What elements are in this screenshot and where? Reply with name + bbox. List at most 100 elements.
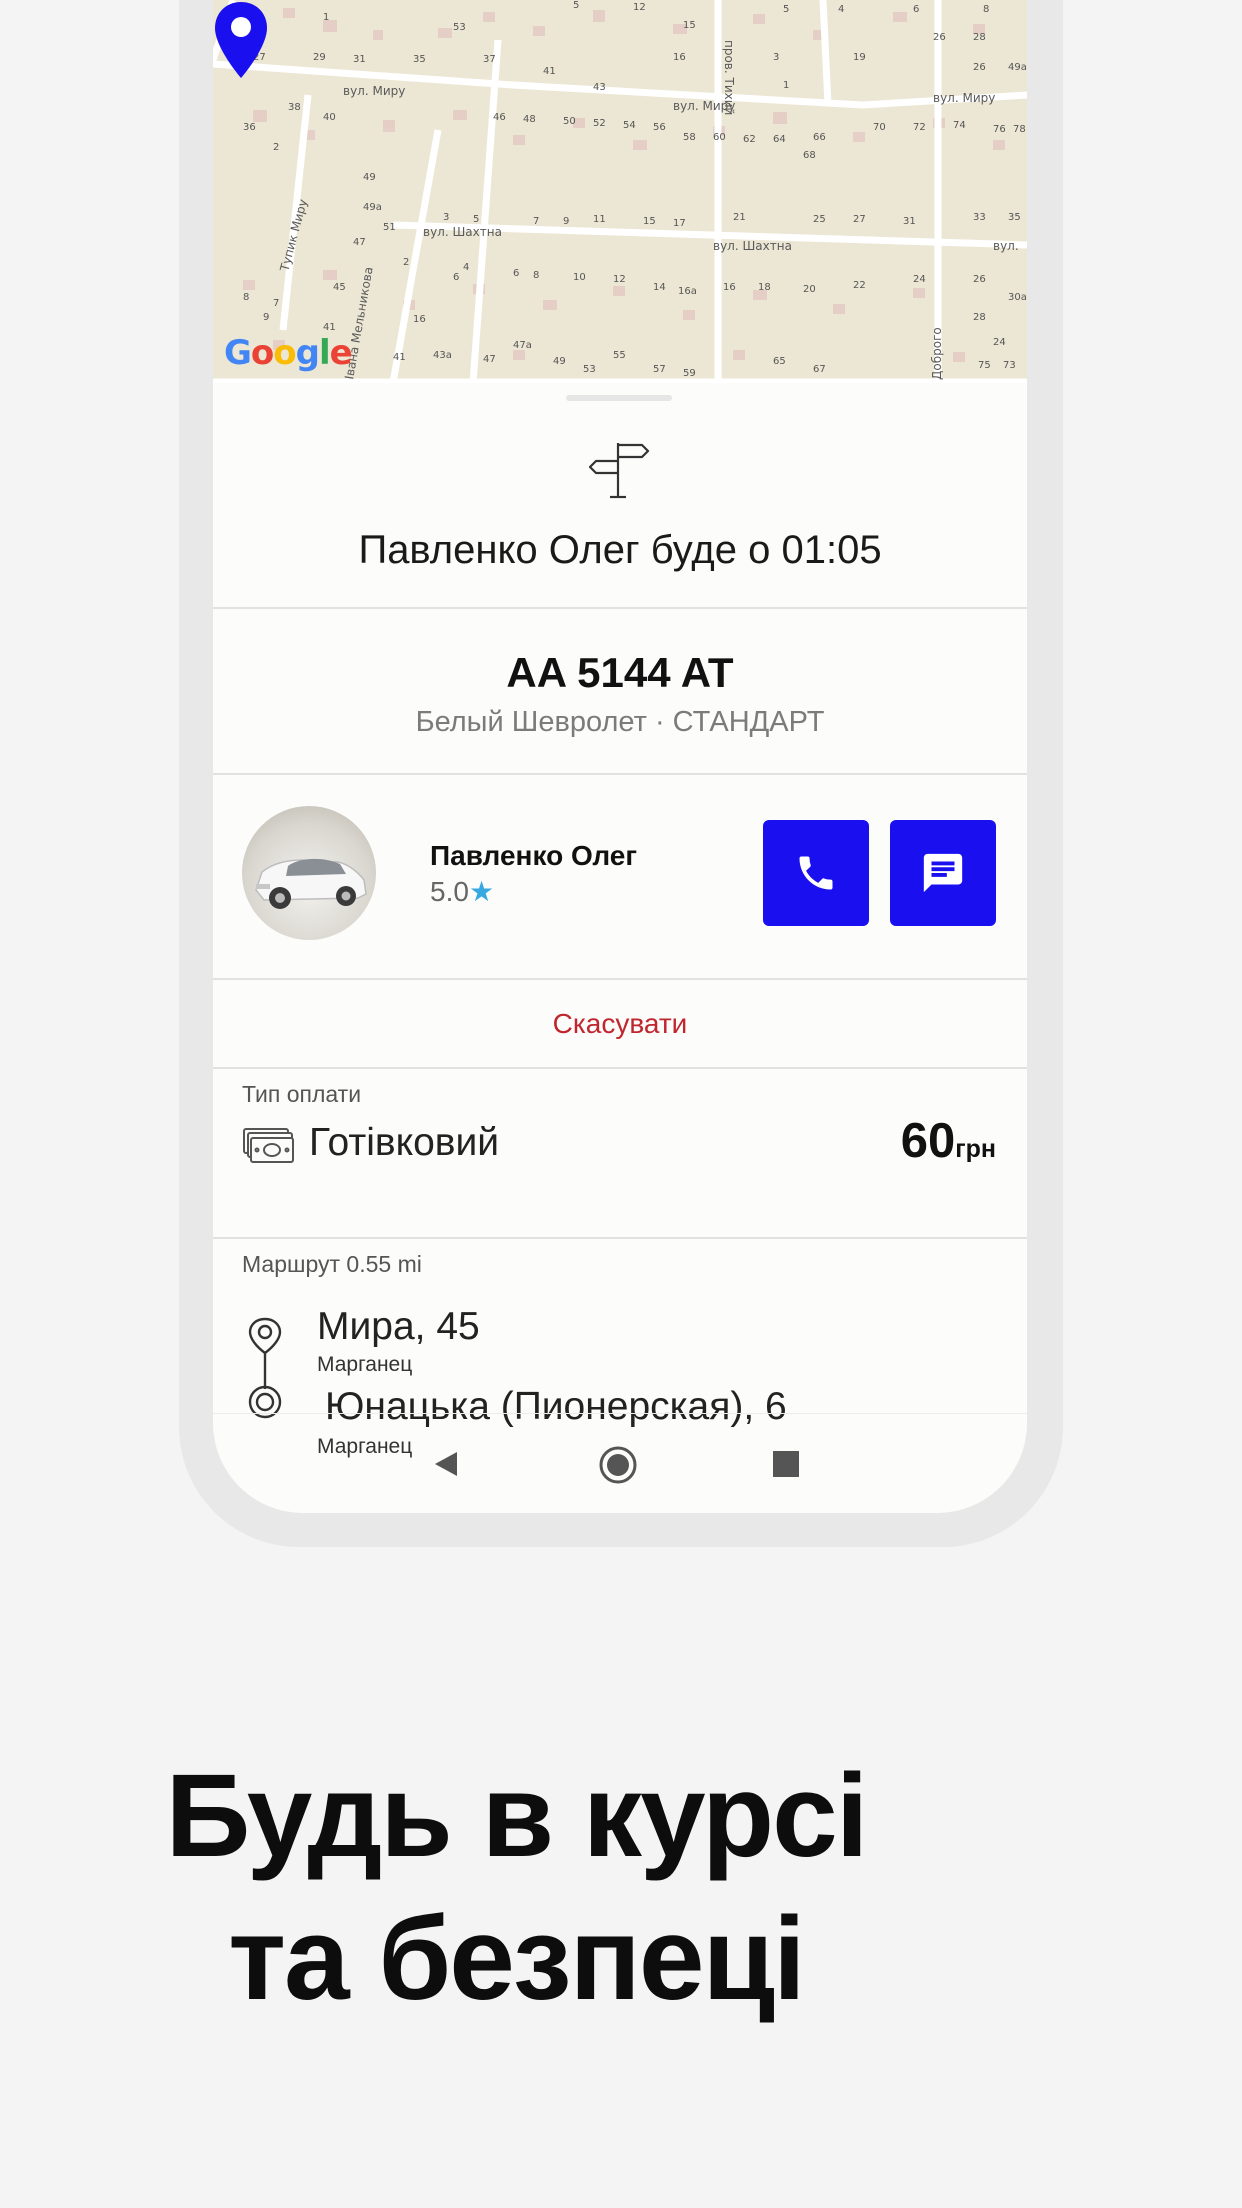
system-nav-bar: [213, 1413, 1027, 1513]
star-icon: ★: [468, 876, 495, 907]
svg-text:60: 60: [713, 132, 726, 143]
svg-text:14: 14: [653, 282, 666, 293]
car-photo: [255, 858, 367, 909]
svg-text:26: 26: [973, 274, 986, 285]
route-section: Маршрут 0.55 mi Мира, 45 Марганец Юнацьк…: [213, 1239, 1027, 1458]
message-driver-button[interactable]: [890, 820, 996, 926]
svg-text:1: 1: [783, 80, 789, 91]
svg-text:4: 4: [463, 262, 469, 273]
svg-text:11: 11: [593, 214, 606, 225]
svg-text:31: 31: [903, 216, 916, 227]
svg-text:24: 24: [913, 274, 926, 285]
svg-text:41: 41: [323, 322, 336, 333]
arrival-text: Павленко Олег буде о 01:05: [358, 528, 882, 572]
back-icon[interactable]: [431, 1449, 461, 1479]
svg-text:5: 5: [573, 0, 579, 11]
svg-text:37: 37: [483, 54, 496, 65]
location-pin-icon[interactable]: [213, 0, 269, 80]
signpost-icon: [588, 443, 650, 499]
svg-text:вул. Шахтна: вул. Шахтна: [423, 225, 502, 239]
svg-text:72: 72: [913, 122, 926, 133]
svg-text:31: 31: [353, 54, 366, 65]
driver-avatar: [242, 806, 376, 940]
svg-text:26: 26: [933, 32, 946, 43]
svg-text:4: 4: [838, 4, 844, 15]
svg-text:78: 78: [1013, 124, 1026, 135]
payment-method: Готівковий: [309, 1121, 500, 1164]
svg-text:12: 12: [613, 274, 626, 285]
recent-apps-icon[interactable]: [773, 1451, 799, 1477]
svg-text:Тупик Миру: Тупик Миру: [277, 198, 310, 274]
svg-text:59: 59: [683, 368, 696, 379]
svg-text:30a: 30a: [1008, 292, 1027, 303]
payment-section[interactable]: Тип оплати Готівковий 60грн: [213, 1069, 1027, 1239]
pickup-address: Мира, 45: [317, 1305, 480, 1348]
map-streets: вул. Миру вул. Миру вул. Миру вул. Шахтн…: [213, 0, 1027, 383]
svg-text:2: 2: [403, 257, 409, 268]
svg-text:10: 10: [573, 272, 586, 283]
svg-text:27: 27: [853, 214, 866, 225]
svg-text:56: 56: [653, 122, 666, 133]
call-driver-button[interactable]: [763, 820, 869, 926]
svg-text:16: 16: [673, 52, 686, 63]
price-currency: грн: [955, 1135, 996, 1163]
svg-text:67: 67: [813, 364, 826, 375]
phone-icon: [799, 856, 833, 890]
svg-text:53: 53: [583, 364, 596, 375]
svg-text:16: 16: [723, 282, 736, 293]
svg-text:24: 24: [993, 337, 1006, 348]
svg-text:6: 6: [913, 4, 919, 15]
svg-text:22: 22: [853, 280, 866, 291]
svg-text:9: 9: [263, 312, 269, 323]
svg-text:25: 25: [813, 214, 826, 225]
message-icon: [923, 853, 963, 893]
cash-icon: [243, 1128, 294, 1163]
phone-screen: вул. Миру вул. Миру вул. Миру вул. Шахтн…: [213, 0, 1027, 1513]
svg-text:1: 1: [323, 12, 329, 23]
svg-text:2: 2: [273, 142, 279, 153]
svg-text:51: 51: [383, 222, 396, 233]
svg-text:57: 57: [653, 364, 666, 375]
svg-text:7: 7: [273, 298, 279, 309]
map-view[interactable]: вул. Миру вул. Миру вул. Миру вул. Шахтн…: [213, 0, 1027, 383]
cancel-section: Скасувати: [213, 980, 1027, 1069]
svg-text:18: 18: [758, 282, 771, 293]
svg-text:49: 49: [363, 172, 376, 183]
svg-text:3: 3: [773, 52, 779, 63]
payment-type-label: Тип оплати: [242, 1081, 362, 1107]
svg-text:26: 26: [973, 62, 986, 73]
price-amount: 60: [900, 1114, 956, 1168]
svg-text:46: 46: [493, 112, 506, 123]
svg-text:45: 45: [333, 282, 346, 293]
home-icon[interactable]: [599, 1446, 637, 1484]
svg-text:35: 35: [1008, 212, 1021, 223]
svg-text:35: 35: [413, 54, 426, 65]
svg-text:28: 28: [973, 312, 986, 323]
svg-text:6: 6: [513, 268, 519, 279]
svg-text:68: 68: [803, 150, 816, 161]
svg-text:53: 53: [453, 22, 466, 33]
svg-text:58: 58: [683, 132, 696, 143]
map-label-mira-left: вул. Миру: [343, 84, 405, 98]
cancel-ride-button[interactable]: Скасувати: [553, 1008, 688, 1040]
svg-text:вул.: вул.: [993, 239, 1019, 253]
svg-text:9: 9: [563, 216, 569, 227]
svg-text:29: 29: [313, 52, 326, 63]
svg-text:43: 43: [593, 82, 606, 93]
pickup-city: Марганец: [317, 1353, 413, 1376]
arrival-section: Павленко Олег буде о 01:05: [213, 383, 1027, 609]
svg-text:5: 5: [473, 214, 479, 225]
svg-text:15: 15: [643, 216, 656, 227]
svg-text:16: 16: [413, 314, 426, 325]
svg-text:70: 70: [873, 122, 886, 133]
car-description: Белый Шевролет · СТАНДАРТ: [415, 706, 825, 738]
svg-text:74: 74: [953, 120, 966, 131]
driver-section: Павленко Олег 5.0★: [213, 775, 1027, 980]
license-plate: AA 5144 AT: [506, 649, 734, 696]
svg-text:75: 75: [978, 360, 991, 371]
svg-text:50: 50: [563, 116, 576, 127]
svg-text:8: 8: [243, 292, 249, 303]
svg-text:вул. Шахтна: вул. Шахтна: [713, 239, 792, 253]
vehicle-section: AA 5144 AT Белый Шевролет · СТАНДАРТ: [213, 609, 1027, 775]
svg-text:20: 20: [803, 284, 816, 295]
